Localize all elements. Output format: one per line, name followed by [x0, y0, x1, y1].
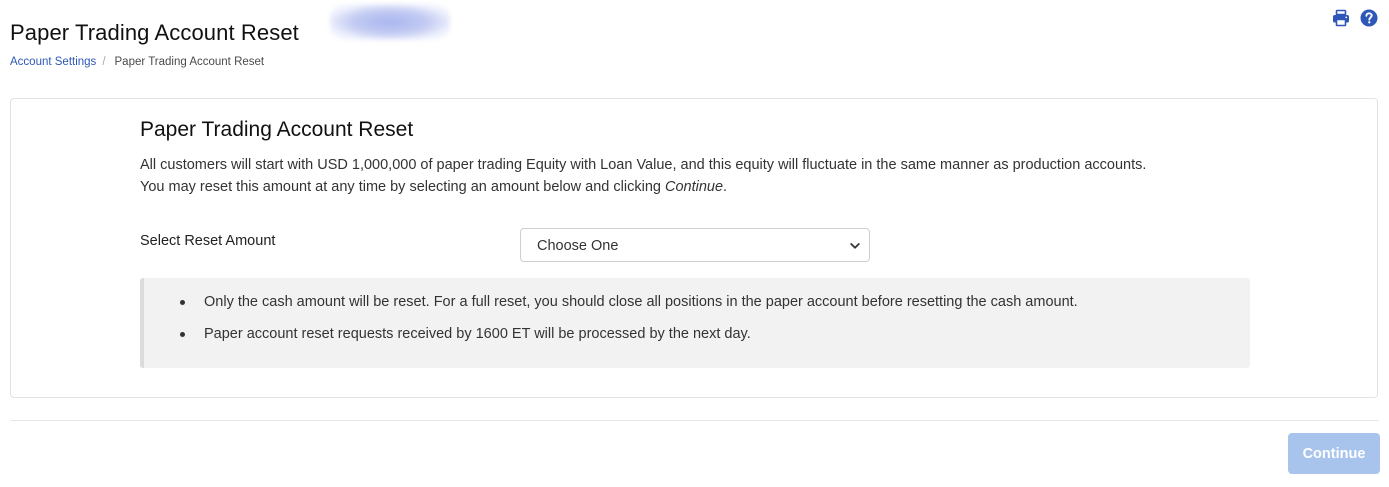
reset-amount-select[interactable]: Choose One [520, 228, 870, 262]
chevron-down-icon [850, 243, 860, 249]
intro-continue-emphasis: Continue [664, 179, 724, 195]
breadcrumb-separator: / [102, 56, 106, 68]
breadcrumb-account-settings-link[interactable]: Account Settings [10, 56, 96, 68]
footer-divider [10, 420, 1379, 421]
intro-text: All customers will start with USD 1,000,… [140, 154, 1250, 198]
reset-amount-label: Select Reset Amount [140, 233, 276, 249]
intro-line-2-text: You may reset this amount at any time by… [140, 179, 665, 195]
header-toolbar [1331, 8, 1379, 28]
breadcrumb-current-page: Paper Trading Account Reset [114, 56, 265, 68]
list-item: Only the cash amount will be reset. For … [180, 294, 1078, 310]
printer-icon[interactable] [1331, 8, 1351, 28]
intro-line-2-period: . [723, 179, 728, 195]
intro-line-2: You may reset this amount at any time by… [140, 176, 1250, 198]
account-id-badge-blurred [330, 4, 450, 40]
reset-card: Paper Trading Account Reset All customer… [10, 98, 1378, 398]
list-item: Paper account reset requests received by… [180, 326, 751, 342]
help-icon[interactable] [1359, 8, 1379, 28]
intro-line-1: All customers will start with USD 1,000,… [140, 157, 1147, 173]
breadcrumb: Account Settings / Paper Trading Account R… [10, 55, 264, 69]
page-title: Paper Trading Account Reset [10, 19, 299, 45]
reset-amount-selected-value: Choose One [537, 238, 619, 254]
continue-button[interactable]: Continue [1288, 433, 1380, 474]
page-header: Paper Trading Account Reset [10, 0, 1379, 45]
reset-notes-box: Only the cash amount will be reset. For … [140, 278, 1250, 368]
section-title: Paper Trading Account Reset [140, 118, 414, 141]
